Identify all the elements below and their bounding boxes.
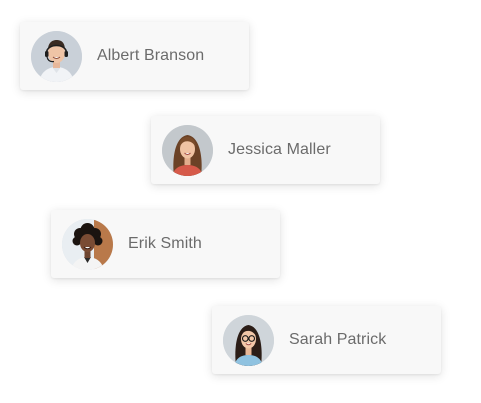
person-avatar-icon	[31, 30, 82, 82]
contact-name: Jessica Maller	[228, 141, 331, 158]
avatar	[62, 218, 113, 270]
avatar	[223, 314, 274, 366]
contact-name: Erik Smith	[128, 235, 202, 252]
contact-name: Albert Branson	[97, 47, 205, 64]
contact-card-erik-smith[interactable]: Erik Smith	[51, 210, 280, 278]
contact-name: Sarah Patrick	[289, 331, 387, 348]
person-avatar-icon	[223, 314, 274, 366]
contact-card-jessica-maller[interactable]: Jessica Maller	[151, 116, 380, 184]
avatar	[31, 30, 82, 82]
person-avatar-icon	[162, 124, 213, 176]
contact-card-sarah-patrick[interactable]: Sarah Patrick	[212, 306, 441, 374]
avatar	[162, 124, 213, 176]
person-avatar-icon	[62, 218, 113, 270]
contact-card-albert-branson[interactable]: Albert Branson	[20, 22, 249, 90]
